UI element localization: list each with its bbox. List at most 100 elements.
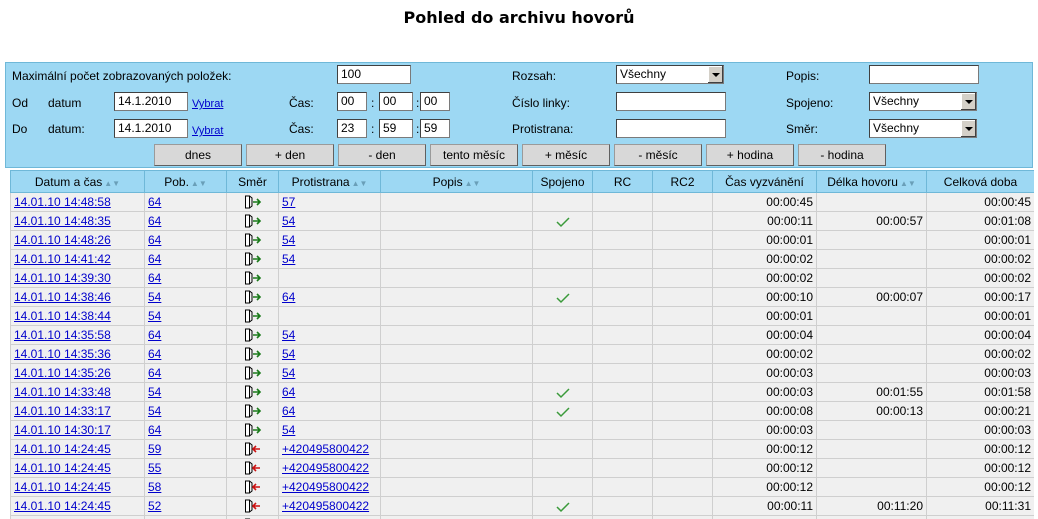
pob-link[interactable]: 64 [148, 328, 161, 342]
do-vybrat-link[interactable]: Vybrat [192, 125, 223, 137]
rozsah-select[interactable]: Všechny [616, 65, 724, 84]
od-date-input[interactable]: 14.1.2010 [114, 92, 188, 111]
datetime-link[interactable]: 14.01.10 14:41:42 [14, 252, 111, 266]
datetime-link[interactable]: 14.01.10 14:39:30 [14, 271, 111, 285]
pob-link[interactable]: 55 [148, 461, 161, 475]
pob-link[interactable]: 64 [148, 214, 161, 228]
do-hour-input[interactable]: 23 [337, 119, 367, 138]
protistrana-link[interactable]: 54 [282, 328, 295, 342]
col-header-call-length[interactable]: Délka hovoru ▲▼ [816, 170, 927, 193]
datetime-link[interactable]: 14.01.10 14:33:17 [14, 404, 111, 418]
datetime-link[interactable]: 14.01.10 14:24:45 [14, 480, 111, 494]
dnes-button[interactable]: dnes [154, 144, 242, 166]
cell-rc [592, 420, 653, 440]
protistrana-link[interactable]: 57 [282, 195, 295, 209]
pob-link[interactable]: 64 [148, 252, 161, 266]
cell-protistrana: +420495800422 [278, 496, 381, 516]
datetime-link[interactable]: 14.01.10 14:48:58 [14, 195, 111, 209]
protistrana-link[interactable]: 64 [282, 290, 295, 304]
datetime-link[interactable]: 14.01.10 14:35:26 [14, 366, 111, 380]
datetime-link[interactable]: 14.01.10 14:24:45 [14, 461, 111, 475]
popis-label: Popis: [786, 69, 820, 83]
col-header-popis[interactable]: Popis ▲▼ [380, 170, 533, 193]
pob-link[interactable]: 64 [148, 271, 161, 285]
cell-rc [592, 363, 653, 383]
pob-link[interactable]: 58 [148, 480, 161, 494]
sort-arrows-icon[interactable]: ▲▼ [465, 179, 481, 188]
protistrana-link[interactable]: 54 [282, 366, 295, 380]
sort-arrows-icon[interactable]: ▲▼ [104, 179, 120, 188]
sort-arrows-icon[interactable]: ▲▼ [900, 179, 916, 188]
smer-select[interactable]: Všechny [869, 119, 977, 138]
max-items-input[interactable]: 100 [337, 65, 411, 84]
cell-rc2 [652, 420, 713, 440]
minus-day-button[interactable]: - den [338, 144, 426, 166]
datetime-link[interactable]: 14.01.10 14:35:36 [14, 347, 111, 361]
pob-link[interactable]: 64 [148, 347, 161, 361]
col-header-datum[interactable]: Datum a čas ▲▼ [10, 170, 145, 193]
protistrana-link[interactable]: 54 [282, 423, 295, 437]
protistrana-link[interactable]: 54 [282, 347, 295, 361]
col-header-rc: RC [592, 170, 653, 193]
datetime-link[interactable]: 14.01.10 14:48:26 [14, 233, 111, 247]
datetime-link[interactable]: 14.01.10 14:24:45 [14, 499, 111, 513]
pob-link[interactable]: 59 [148, 442, 161, 456]
protistrana-link[interactable]: 54 [282, 252, 295, 266]
cell-total: 00:01:58 [926, 382, 1034, 402]
protistrana-link[interactable]: +420495800422 [282, 499, 369, 513]
spojeno-select[interactable]: Všechny [869, 92, 977, 111]
od-hour-input[interactable]: 00 [337, 92, 367, 111]
protistrana-input[interactable] [616, 119, 726, 138]
sort-arrows-icon[interactable]: ▲▼ [352, 179, 368, 188]
datetime-link[interactable]: 14.01.10 14:35:58 [14, 328, 111, 342]
protistrana-link[interactable]: +420495800422 [282, 480, 369, 494]
datetime-link[interactable]: 14.01.10 14:38:44 [14, 309, 111, 323]
protistrana-link[interactable]: 64 [282, 404, 295, 418]
pob-link[interactable]: 54 [148, 309, 161, 323]
od-second-input[interactable]: 00 [420, 92, 450, 111]
chevron-down-icon [960, 93, 976, 110]
col-header-pob[interactable]: Pob. ▲▼ [144, 170, 227, 193]
popis-input[interactable] [869, 65, 979, 84]
od-colon-1: : [371, 96, 375, 110]
od-minute-input[interactable]: 00 [379, 92, 413, 111]
plus-day-button[interactable]: + den [246, 144, 334, 166]
pob-link[interactable]: 54 [148, 290, 161, 304]
cislo-linky-input[interactable] [616, 92, 726, 111]
protistrana-link[interactable]: 64 [282, 385, 295, 399]
do-date-input[interactable]: 14.1.2010 [114, 119, 188, 138]
plus-month-button[interactable]: + měsíc [522, 144, 610, 166]
minus-hour-button[interactable]: - hodina [798, 144, 886, 166]
cell-direction [226, 420, 279, 440]
protistrana-link[interactable]: +420495800422 [282, 461, 369, 475]
cell-call-length: 00:00:13 [816, 401, 927, 421]
this-month-button[interactable]: tento měsíc [430, 144, 518, 166]
pob-link[interactable]: 52 [148, 499, 161, 513]
minus-month-button[interactable]: - měsíc [614, 144, 702, 166]
datetime-link[interactable]: 14.01.10 14:48:35 [14, 214, 111, 228]
cell-total: 00:00:01 [926, 306, 1034, 326]
pob-link[interactable]: 64 [148, 423, 161, 437]
pob-link[interactable]: 64 [148, 233, 161, 247]
protistrana-link[interactable]: +420495800422 [282, 442, 369, 456]
od-vybrat-link[interactable]: Vybrat [192, 98, 223, 110]
pob-link[interactable]: 64 [148, 366, 161, 380]
pob-link[interactable]: 54 [148, 404, 161, 418]
datetime-link[interactable]: 14.01.10 14:24:45 [14, 442, 111, 456]
col-header-protistrana[interactable]: Protistrana ▲▼ [278, 170, 381, 193]
cell-rc2 [652, 325, 713, 345]
do-second-input[interactable]: 59 [420, 119, 450, 138]
do-minute-input[interactable]: 59 [379, 119, 413, 138]
table-row: 14.01.10 14:24:4553 +420495800422 00:00:11… [10, 515, 1034, 519]
pob-link[interactable]: 54 [148, 385, 161, 399]
cell-spojeno [532, 515, 593, 519]
sort-arrows-icon[interactable]: ▲▼ [191, 179, 207, 188]
plus-hour-button[interactable]: + hodina [706, 144, 794, 166]
datetime-link[interactable]: 14.01.10 14:33:48 [14, 385, 111, 399]
datetime-link[interactable]: 14.01.10 14:30:17 [14, 423, 111, 437]
datetime-link[interactable]: 14.01.10 14:38:46 [14, 290, 111, 304]
pob-link[interactable]: 64 [148, 195, 161, 209]
protistrana-link[interactable]: 54 [282, 214, 295, 228]
protistrana-link[interactable]: 54 [282, 233, 295, 247]
rozsah-label: Rozsah: [512, 69, 557, 83]
